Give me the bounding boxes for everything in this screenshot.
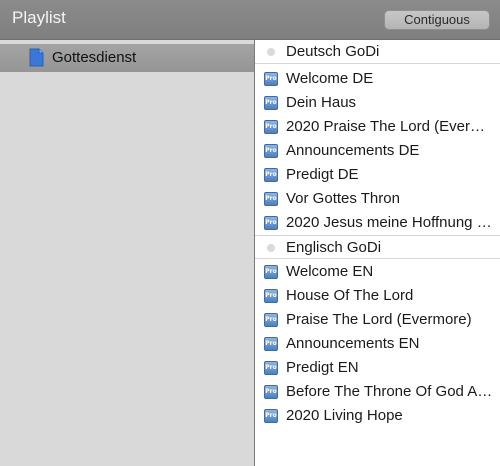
propresenter-document-icon: Pro [264, 72, 278, 86]
playlist-items-list: Deutsch GoDi Pro Welcome DE Pro Dein Hau… [255, 40, 500, 466]
document-icon [29, 48, 44, 67]
list-item[interactable]: Pro Dein Haus [255, 91, 500, 115]
propresenter-document-icon: Pro [264, 168, 278, 182]
group-header-deutsch[interactable]: Deutsch GoDi [255, 40, 500, 64]
list-item-label: Predigt EN [286, 359, 359, 376]
list-item-label: Welcome EN [286, 263, 374, 280]
list-item-label: Vor Gottes Thron [286, 190, 400, 207]
list-item[interactable]: Pro 2020 Living Hope [255, 404, 500, 428]
propresenter-document-icon: Pro [264, 313, 278, 327]
group-header-label: Deutsch GoDi [286, 43, 380, 60]
list-item-label: Announcements EN [286, 335, 420, 352]
group-dot-icon [267, 244, 275, 252]
propresenter-document-icon: Pro [264, 289, 278, 303]
list-item-label: Welcome DE [286, 70, 374, 87]
propresenter-document-icon: Pro [264, 144, 278, 158]
propresenter-document-icon: Pro [264, 192, 278, 206]
list-item[interactable]: Pro 2020 Praise The Lord (Evermore) [255, 115, 500, 139]
list-item[interactable]: Pro Announcements DE [255, 139, 500, 163]
propresenter-document-icon: Pro [264, 265, 278, 279]
list-item[interactable]: Pro Predigt EN [255, 356, 500, 380]
playlist-sidebar: Gottesdienst [0, 40, 255, 466]
list-item[interactable]: Pro Praise The Lord (Evermore) [255, 308, 500, 332]
propresenter-document-icon: Pro [264, 120, 278, 134]
list-item-label: 2020 Living Hope [286, 407, 403, 424]
contiguous-button[interactable]: Contiguous [384, 10, 490, 30]
sidebar-item-label: Gottesdienst [52, 49, 137, 66]
propresenter-document-icon: Pro [264, 409, 278, 423]
list-item[interactable]: Pro Announcements EN [255, 332, 500, 356]
propresenter-document-icon: Pro [264, 337, 278, 351]
playlist-title: Playlist [12, 8, 66, 27]
list-item[interactable]: Pro House Of The Lord [255, 284, 500, 308]
list-item-label: 2020 Praise The Lord (Evermore) [286, 118, 494, 135]
list-item[interactable]: Pro Predigt DE [255, 163, 500, 187]
list-item-label: Announcements DE [286, 142, 420, 159]
propresenter-document-icon: Pro [264, 96, 278, 110]
propresenter-document-icon: Pro [264, 216, 278, 230]
playlist-header: Playlist Contiguous [0, 0, 500, 40]
list-item-label: Predigt DE [286, 166, 359, 183]
sidebar-item-gottesdienst[interactable]: Gottesdienst [0, 44, 254, 72]
list-item-label: Dein Haus [286, 94, 357, 111]
list-item[interactable]: Pro Before The Throne Of God Above [255, 380, 500, 404]
list-item[interactable]: Pro 2020 Jesus meine Hoffnung lebt [255, 211, 500, 235]
list-item[interactable]: Pro Welcome DE [255, 67, 500, 91]
list-item-label: House Of The Lord [286, 287, 414, 304]
list-item[interactable]: Pro Vor Gottes Thron [255, 187, 500, 211]
propresenter-document-icon: Pro [264, 361, 278, 375]
group-dot-icon [267, 48, 275, 56]
list-item-label: 2020 Jesus meine Hoffnung lebt [286, 214, 494, 231]
propresenter-document-icon: Pro [264, 385, 278, 399]
list-item-label: Praise The Lord (Evermore) [286, 311, 472, 328]
group-header-englisch[interactable]: Englisch GoDi [255, 235, 500, 259]
list-item[interactable]: Pro Welcome EN [255, 260, 500, 284]
list-item-label: Before The Throne Of God Above [286, 383, 494, 400]
playlist-window: Playlist Contiguous Gottesdienst Deutsch… [0, 0, 500, 466]
group-header-label: Englisch GoDi [286, 239, 382, 256]
